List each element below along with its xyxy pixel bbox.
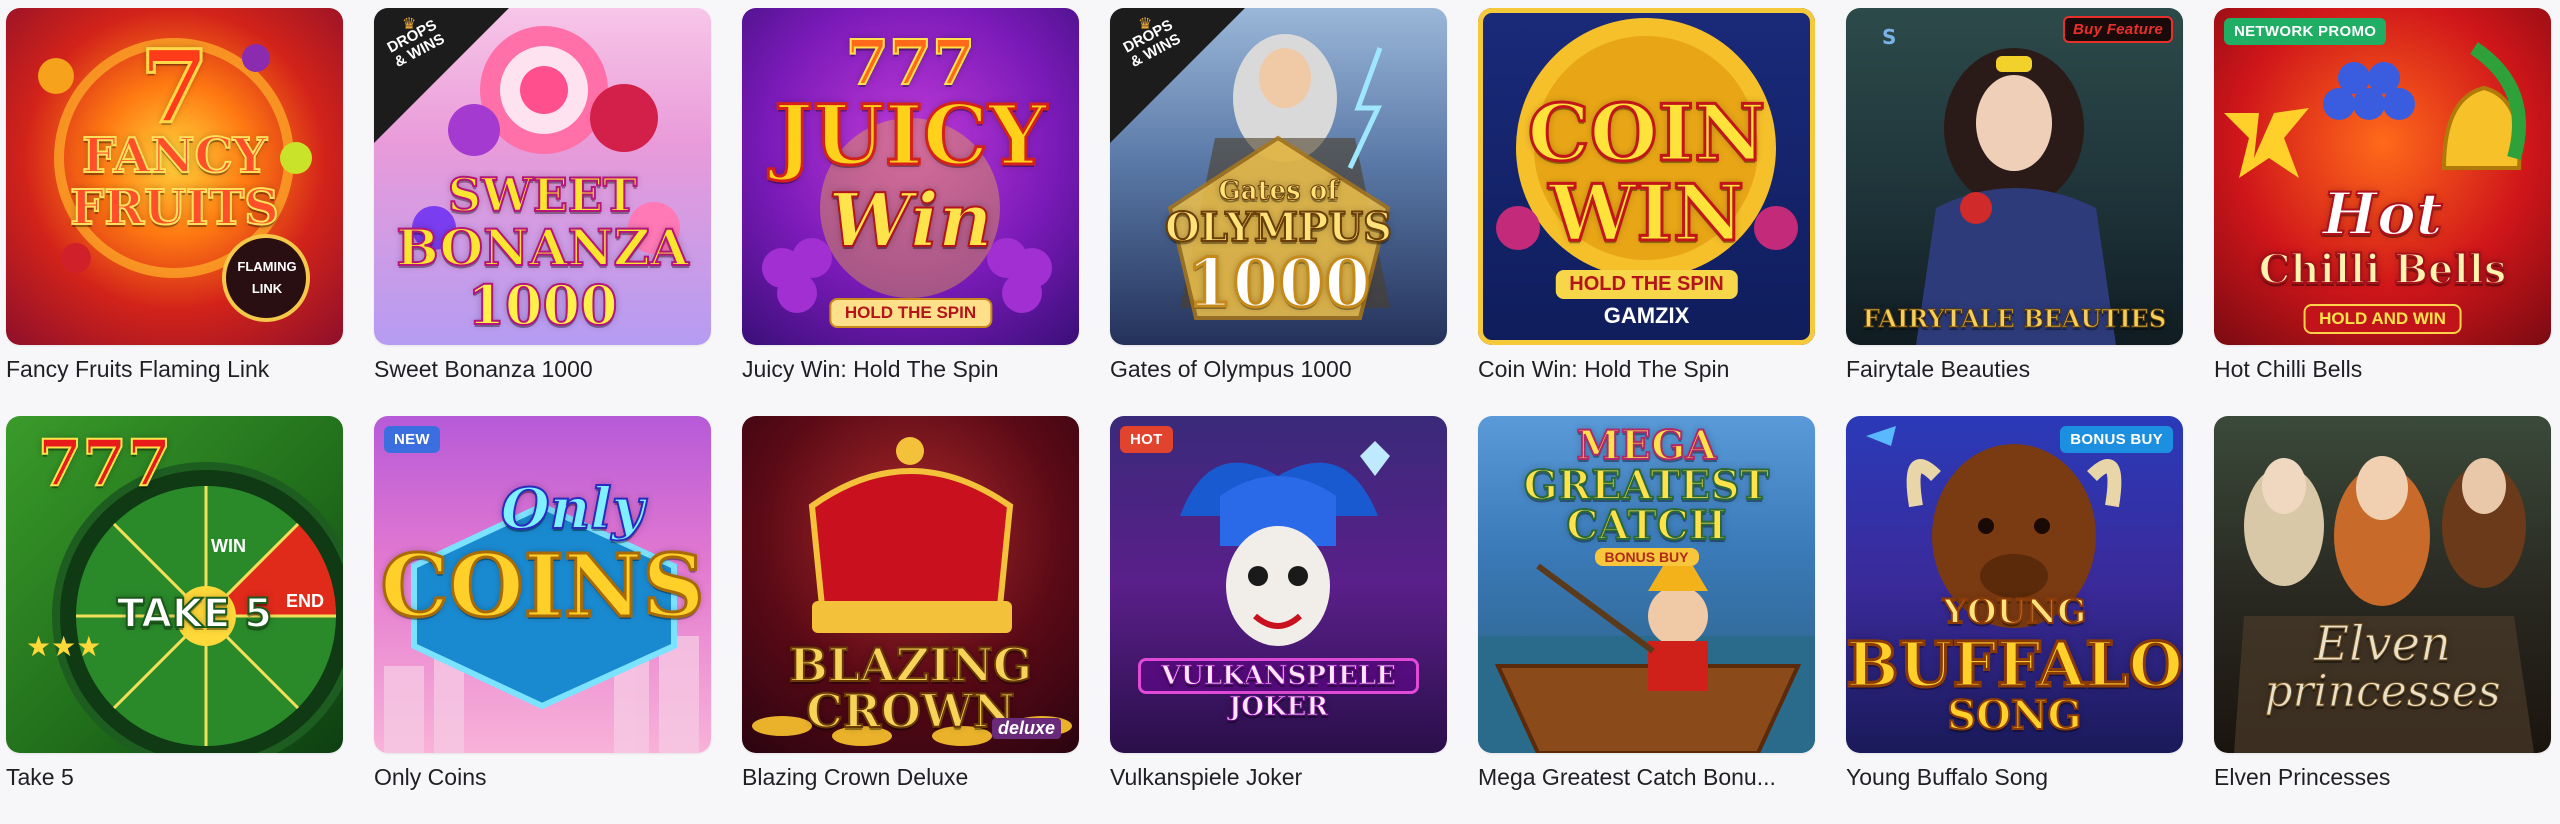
logo-extra: HOLD THE SPIN — [1555, 270, 1738, 299]
logo-line2: princesses — [2264, 666, 2501, 718]
status-badge: BONUS BUY — [2060, 426, 2173, 453]
game-thumbnail[interactable]: ♛ DROPS & WINS SWEET BONANZA 1000 — [374, 8, 711, 345]
logo-extra: deluxe — [991, 718, 1061, 739]
game-card[interactable]: NETWORK PROMO Hot Chilli Bells HOLD AND … — [2214, 8, 2551, 416]
svg-text:S: S — [1882, 25, 1896, 49]
game-title[interactable]: Vulkanspiele Joker — [1110, 763, 1447, 791]
logo-extra: BONUS BUY — [1594, 548, 1699, 566]
game-thumbnail[interactable]: BLAZING CROWN deluxe — [742, 416, 1079, 753]
logo-line1: Elven — [2314, 616, 2452, 673]
wheel-end-label: END — [286, 591, 325, 611]
logo-line2: Win — [828, 177, 994, 265]
logo-line1: FAIRYTALE BEAUTIES — [1862, 304, 2167, 334]
game-card[interactable]: MEGA GREATEST CATCH BONUS BUY Mega Great… — [1478, 416, 1815, 824]
game-card[interactable]: S Buy Feature FAIRYTALE BEAUTIES Fairyta… — [1846, 8, 2183, 416]
logo-line2: Chilli Bells — [2258, 245, 2508, 294]
logo-line1: FANCY — [81, 127, 268, 185]
game-thumbnail[interactable]: NEW Only COINS — [374, 416, 711, 753]
wheel-win-label: WIN — [211, 536, 246, 556]
logo-line2: BONANZA — [395, 217, 689, 278]
game-thumbnail[interactable]: ♛ DROPS & WINS Gates of OLYMPUS 1000 — [1110, 8, 1447, 345]
game-card[interactable]: COIN WIN HOLD THE SPIN GAMZIX Coin Win: … — [1478, 8, 1815, 416]
logo-big: 777 — [37, 425, 173, 502]
game-thumbnail[interactable]: COIN WIN HOLD THE SPIN GAMZIX — [1478, 8, 1815, 345]
logo-line2: WIN — [1547, 167, 1745, 261]
game-title[interactable]: Hot Chilli Bells — [2214, 355, 2551, 383]
logo-line1: Hot — [2321, 179, 2443, 249]
game-thumbnail[interactable]: 7 FANCY FRUITS FLAMING LINK — [6, 8, 343, 345]
logo-line2: JOKER — [1229, 692, 1329, 723]
game-card[interactable]: 777 JUICY Win HOLD THE SPIN Juicy Win: H… — [742, 8, 1079, 416]
game-card[interactable]: NEW Only COINS Only Coins — [374, 416, 711, 824]
logo-line2: COINS — [379, 535, 706, 639]
logo-line1: VULKANSPIELE — [1138, 658, 1419, 694]
game-thumbnail[interactable]: Elven princesses — [2214, 416, 2551, 753]
game-title[interactable]: Coin Win: Hold The Spin — [1478, 355, 1815, 383]
logo-line1: Only — [500, 475, 645, 543]
game-thumbnail[interactable]: ★★★ 777 TAKE 5 WIN END — [6, 416, 343, 753]
logo-line1: YOUNG — [1942, 591, 2088, 633]
game-thumbnail[interactable]: 777 JUICY Win HOLD THE SPIN — [742, 8, 1079, 345]
status-badge: Buy Feature — [2063, 16, 2173, 43]
game-card[interactable]: 7 FANCY FRUITS FLAMING LINK Fancy Fruits… — [6, 8, 343, 416]
logo-extra: HOLD AND WIN — [2303, 304, 2462, 334]
princess-art: S — [1882, 25, 2116, 345]
game-card[interactable]: BLAZING CROWN deluxe Blazing Crown Delux… — [742, 416, 1079, 824]
logo-line1: Gates of — [1218, 176, 1339, 207]
game-title[interactable]: Only Coins — [374, 763, 711, 791]
logo-extra: 1000 — [466, 272, 618, 338]
game-grid: 7 FANCY FRUITS FLAMING LINK Fancy Fruits… — [6, 8, 2551, 824]
status-badge: NETWORK PROMO — [2224, 18, 2387, 45]
game-title[interactable]: Fancy Fruits Flaming Link — [6, 355, 343, 383]
logo-line2: BUFFALO — [1846, 627, 2183, 703]
game-card[interactable]: Elven princesses Elven Princesses — [2214, 416, 2551, 824]
status-badge: NEW — [384, 426, 440, 453]
logo-line2: FRUITS — [69, 179, 280, 237]
logo-line3: CATCH — [1565, 501, 1727, 550]
game-title[interactable]: Gates of Olympus 1000 — [1110, 355, 1447, 383]
game-thumbnail[interactable]: HOT VULKANSPIELE JOKER — [1110, 416, 1447, 753]
logo-extra: HOLD THE SPIN — [828, 298, 993, 328]
game-title[interactable]: Young Buffalo Song — [1846, 763, 2183, 791]
game-card[interactable]: ★★★ 777 TAKE 5 WIN END Take 5 — [6, 416, 343, 824]
game-thumbnail[interactable]: MEGA GREATEST CATCH BONUS BUY — [1478, 416, 1815, 753]
game-thumbnail[interactable]: NETWORK PROMO Hot Chilli Bells HOLD AND … — [2214, 8, 2551, 345]
provider-label: GAMZIX — [1603, 303, 1690, 328]
game-title[interactable]: Sweet Bonanza 1000 — [374, 355, 711, 383]
game-title[interactable]: Take 5 — [6, 763, 343, 791]
game-title[interactable]: Blazing Crown Deluxe — [742, 763, 1079, 791]
game-title[interactable]: Fairytale Beauties — [1846, 355, 2183, 383]
game-card[interactable]: ♛ DROPS & WINS Gates of OLYMPUS 1000 Gat… — [1110, 8, 1447, 416]
game-title[interactable]: Elven Princesses — [2214, 763, 2551, 791]
game-card[interactable]: HOT VULKANSPIELE JOKER Vulkanspiele Joke… — [1110, 416, 1447, 824]
game-title[interactable]: Mega Greatest Catch Bonu... — [1478, 763, 1815, 791]
logo-extra: FLAMING LINK — [237, 259, 297, 296]
game-thumbnail[interactable]: S Buy Feature FAIRYTALE BEAUTIES — [1846, 8, 2183, 345]
game-card[interactable]: ♛ DROPS & WINS SWEET BONANZA 1000 Sweet … — [374, 8, 711, 416]
logo-extra: 1000 — [1185, 243, 1372, 324]
status-badge: HOT — [1120, 426, 1173, 453]
chilli-art — [2224, 42, 2526, 178]
logo-line1: SWEET — [447, 167, 638, 223]
game-card[interactable]: BONUS BUY YOUNG BUFFALO SONG Young Buffa… — [1846, 416, 2183, 824]
logo-line1: COIN — [1526, 87, 1767, 181]
logo-line1: JUICY — [773, 87, 1048, 186]
logo-line3: SONG — [1946, 691, 2082, 740]
game-title[interactable]: Juicy Win: Hold The Spin — [742, 355, 1079, 383]
game-thumbnail[interactable]: BONUS BUY YOUNG BUFFALO SONG — [1846, 416, 2183, 753]
